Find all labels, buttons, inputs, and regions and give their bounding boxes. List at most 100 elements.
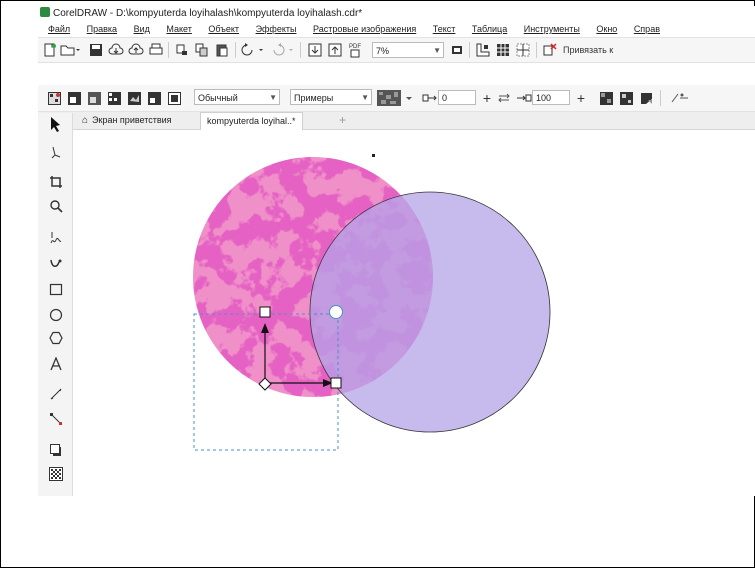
print-icon[interactable] xyxy=(148,42,164,58)
menu-edit[interactable]: Правка xyxy=(87,22,117,36)
tab-label: Экран приветствия xyxy=(92,115,172,125)
parallel-dimension-tool-icon[interactable] xyxy=(47,387,65,405)
publish-pdf-icon[interactable]: PDF xyxy=(347,41,363,59)
merge-mode-value: Обычный xyxy=(198,93,238,103)
two-color-pattern-transparency-icon[interactable] xyxy=(146,90,162,106)
menu-window[interactable]: Окно xyxy=(596,22,617,36)
bitmap-pattern-transparency-icon[interactable] xyxy=(126,90,142,106)
selection-node[interactable] xyxy=(372,154,375,157)
toolbar-separator xyxy=(536,42,537,58)
import-icon[interactable] xyxy=(307,42,323,58)
crop-tool-icon[interactable] xyxy=(47,175,65,193)
menu-object[interactable]: Объект xyxy=(208,22,239,36)
cloud-upload-icon[interactable] xyxy=(128,42,144,58)
shape-tool-icon[interactable] xyxy=(47,145,65,163)
snap-off-icon[interactable] xyxy=(542,42,558,58)
undo-icon[interactable] xyxy=(241,42,267,58)
tab-welcome-screen[interactable]: ⌂ Экран приветствия xyxy=(76,112,178,129)
zoom-level-value: 7% xyxy=(376,46,390,56)
text-tool-icon[interactable] xyxy=(47,356,65,375)
show-grid-icon[interactable] xyxy=(495,42,511,58)
end-transparency-icon xyxy=(516,90,532,106)
drawing-canvas[interactable] xyxy=(73,130,755,496)
zoom-level-combo[interactable]: 7% ▼ xyxy=(372,42,444,58)
plus-icon[interactable]: + xyxy=(574,90,588,106)
snap-to-button[interactable]: Привязать к xyxy=(563,42,643,58)
cut-icon[interactable] xyxy=(174,42,190,58)
merge-mode-combo[interactable]: Обычный ▼ xyxy=(194,89,280,105)
coreldraw-window: CorelDRAW - D:\kompyuterda loyihalash\ko… xyxy=(38,6,755,496)
toolbox xyxy=(38,113,73,496)
chevron-down-icon[interactable]: ▼ xyxy=(433,43,441,59)
chevron-down-icon[interactable]: ▼ xyxy=(361,90,369,106)
uniform-transparency-icon[interactable] xyxy=(66,90,82,106)
texture-library-combo[interactable]: Примеры ▼ xyxy=(290,89,372,105)
start-transparency-input[interactable]: 0 xyxy=(438,90,476,105)
connector-tool-icon[interactable] xyxy=(47,412,65,430)
fountain-transparency-icon[interactable] xyxy=(86,90,102,106)
freehand-tool-icon[interactable] xyxy=(47,231,65,249)
menu-view[interactable]: Вид xyxy=(134,22,150,36)
new-tab-button[interactable]: + xyxy=(333,112,352,129)
copy-icon[interactable] xyxy=(194,42,210,58)
end-transparency-value: 100 xyxy=(536,93,552,103)
transparency-tool-icon[interactable] xyxy=(47,467,65,485)
pick-tool-icon[interactable] xyxy=(47,116,65,134)
menu-bitmaps[interactable]: Растровые изображения xyxy=(313,22,416,36)
artistic-media-tool-icon[interactable] xyxy=(47,257,65,275)
tab-label: kompyuterda loyihal..* xyxy=(207,116,296,126)
tab-document[interactable]: kompyuterda loyihal..* xyxy=(200,112,303,130)
cloud-download-icon[interactable] xyxy=(108,42,124,58)
ellipse-tool-icon[interactable] xyxy=(47,308,65,326)
menu-file[interactable]: Файл xyxy=(48,22,70,36)
plus-icon[interactable]: + xyxy=(480,90,494,106)
menu-help[interactable]: Справ xyxy=(634,22,660,36)
coreldraw-logo-icon xyxy=(40,7,50,17)
texture-picker[interactable] xyxy=(376,88,416,108)
menu-effects[interactable]: Эффекты xyxy=(256,22,297,36)
property-bar: Обычный ▼ Примеры ▼ 0 + 100 + xyxy=(38,85,755,112)
full-screen-icon[interactable] xyxy=(449,42,465,58)
texture-library-value: Примеры xyxy=(294,93,334,103)
toolbar-separator xyxy=(300,42,301,58)
texture-transparency-icon[interactable] xyxy=(166,90,182,106)
vector-pattern-transparency-icon[interactable] xyxy=(106,90,122,106)
menu-table[interactable]: Таблица xyxy=(472,22,507,36)
horizontal-handle[interactable] xyxy=(330,377,342,389)
svg-text:PDF: PDF xyxy=(349,44,361,50)
toolbar-separator xyxy=(235,42,236,58)
new-tab-label: + xyxy=(339,113,347,127)
paste-icon[interactable] xyxy=(214,42,230,58)
end-transparency-input[interactable]: 100 xyxy=(532,90,570,105)
save-icon[interactable] xyxy=(88,42,104,58)
zoom-tool-icon[interactable] xyxy=(47,199,65,217)
open-folder-icon[interactable] xyxy=(60,42,80,58)
rectangle-tool-icon[interactable] xyxy=(47,283,65,301)
export-icon[interactable] xyxy=(327,42,343,58)
standard-toolbar: PDF 7% ▼ Привязать к xyxy=(38,37,755,63)
start-transparency-value: 0 xyxy=(442,93,448,103)
show-guidelines-icon[interactable] xyxy=(515,42,531,58)
start-transparency-icon xyxy=(422,90,438,106)
new-document-icon[interactable] xyxy=(42,42,58,58)
swap-icon[interactable] xyxy=(496,90,512,106)
polygon-tool-icon[interactable] xyxy=(47,331,65,349)
vertical-handle[interactable] xyxy=(259,306,271,318)
menu-text[interactable]: Текст xyxy=(433,22,456,36)
home-icon: ⌂ xyxy=(82,115,89,126)
menu-tools[interactable]: Инструменты xyxy=(524,22,580,36)
center-handle[interactable] xyxy=(329,305,343,319)
menu-layout[interactable]: Макет xyxy=(166,22,191,36)
fill-pattern-icon[interactable] xyxy=(46,90,62,106)
toolbar-separator xyxy=(469,42,470,58)
copy-transparency-icon[interactable] xyxy=(668,90,692,106)
transform-with-object-icon[interactable] xyxy=(618,90,634,106)
mirror-tiles-icon[interactable] xyxy=(598,90,614,106)
show-rulers-icon[interactable] xyxy=(475,42,491,58)
redo-icon[interactable] xyxy=(271,42,297,58)
freeze-transparency-icon[interactable] xyxy=(638,90,654,106)
chevron-down-icon[interactable]: ▼ xyxy=(269,90,277,106)
drop-shadow-tool-icon[interactable] xyxy=(47,443,65,461)
snap-to-label: Привязать к xyxy=(563,45,614,55)
document-tabs: ⌂ Экран приветствия kompyuterda loyihal..… xyxy=(38,112,755,130)
